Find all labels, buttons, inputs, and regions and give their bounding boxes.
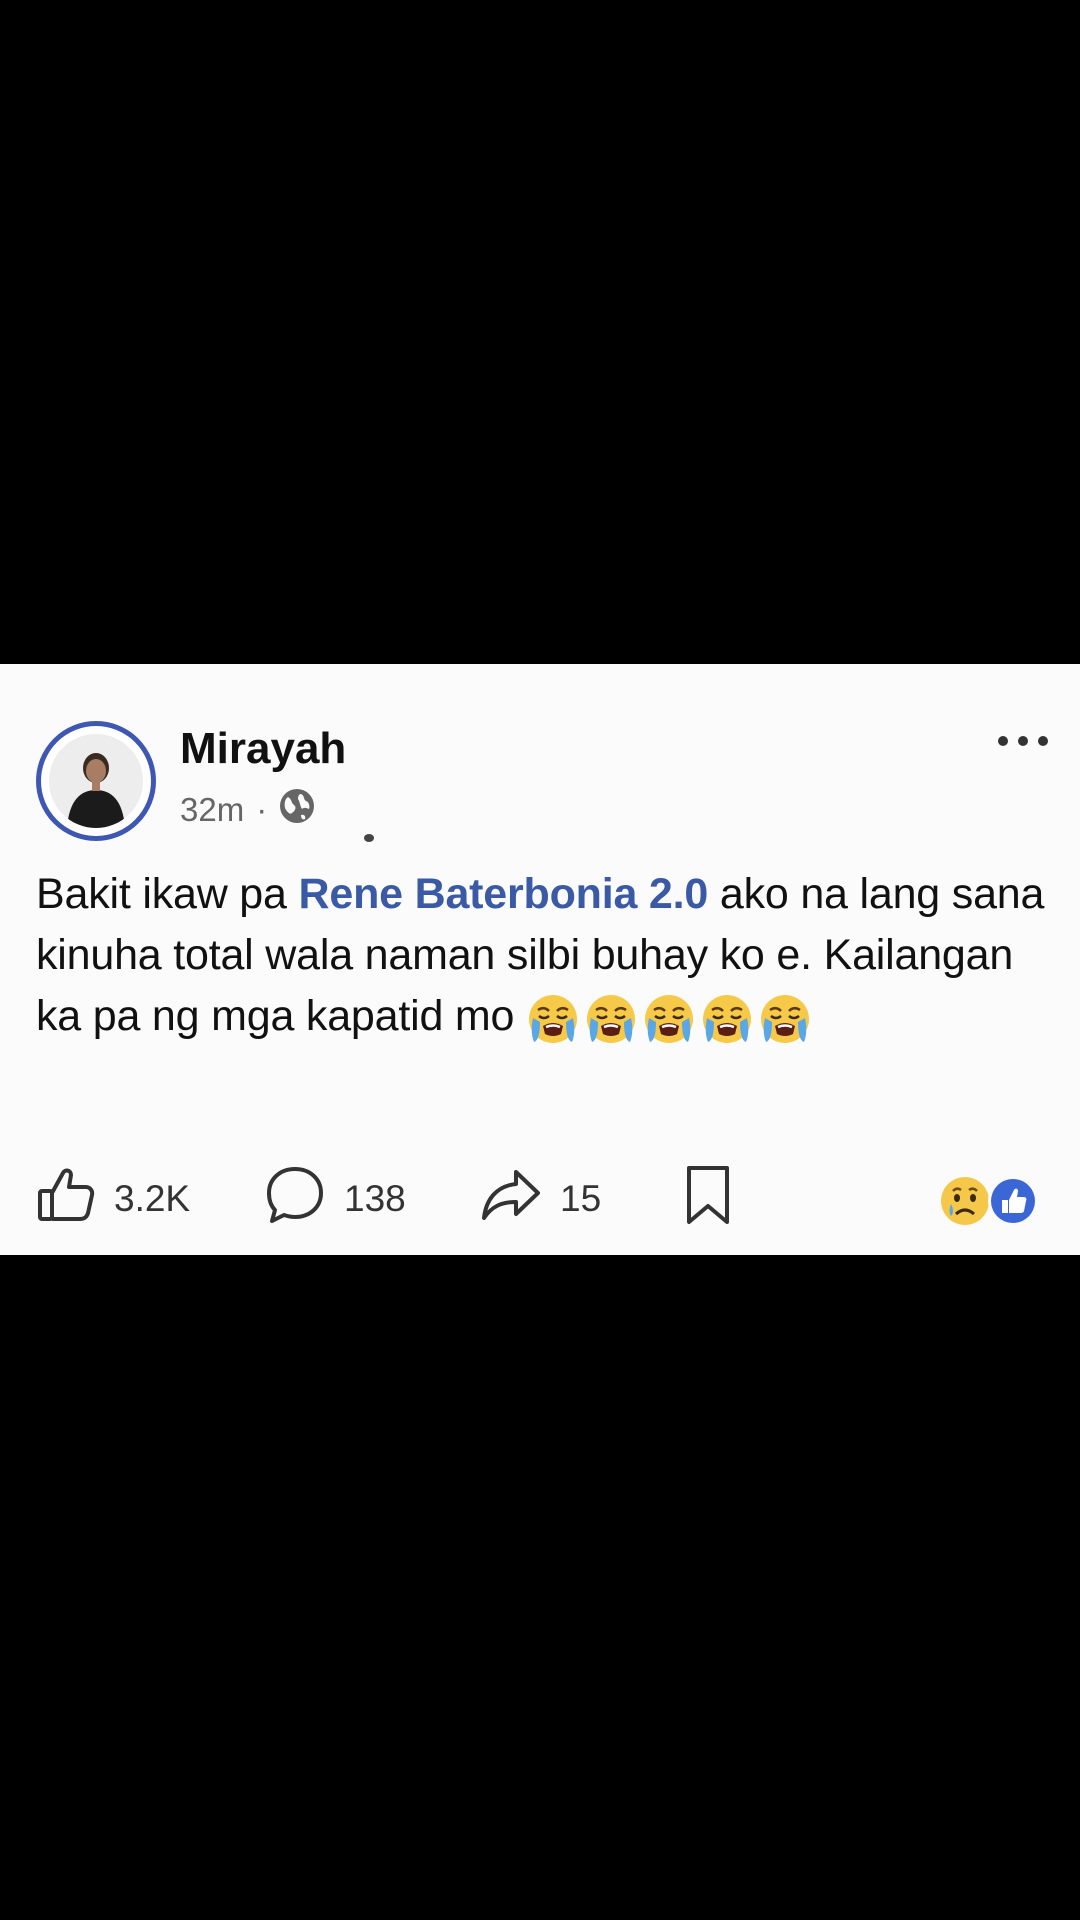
profile-photo (49, 734, 143, 828)
like-count: 3.2K (114, 1178, 191, 1219)
save-button[interactable] (684, 1164, 732, 1234)
more-options-button[interactable] (998, 736, 1048, 746)
like-icon (988, 1176, 1038, 1226)
like-button[interactable]: 3.2K (36, 1164, 190, 1234)
emoji-row (526, 992, 812, 1046)
loudly-crying-face-emoji (584, 992, 638, 1046)
loudly-crying-face-emoji (642, 992, 696, 1046)
more-dot (1038, 736, 1048, 746)
more-dot (1018, 736, 1028, 746)
meta-separator: · (256, 791, 268, 828)
share-icon (480, 1164, 542, 1235)
share-button[interactable]: 15 (480, 1164, 601, 1234)
post-time[interactable]: 32m (180, 791, 244, 829)
author-name[interactable]: Mirayah (180, 724, 346, 774)
action-bar: 3.2K 138 15 (0, 1164, 1080, 1234)
post-text-start: Bakit ikaw pa (36, 870, 299, 918)
loudly-crying-face-emoji (526, 992, 580, 1046)
more-dot (998, 736, 1008, 746)
post-text: Bakit ikaw pa Rene Baterbonia 2.0 ako na… (36, 864, 1046, 1047)
stray-mark (364, 834, 374, 842)
comment-count: 138 (344, 1178, 406, 1219)
loudly-crying-face-emoji (700, 992, 754, 1046)
share-count: 15 (560, 1178, 602, 1219)
avatar[interactable] (36, 721, 156, 841)
loudly-crying-face-emoji (758, 992, 812, 1046)
mention-link[interactable]: Rene Baterbonia 2.0 (299, 870, 709, 918)
post-meta: 32m · (180, 788, 315, 832)
bookmark-icon (684, 1164, 732, 1235)
thumbs-up-icon (36, 1165, 96, 1234)
reaction-summary[interactable] (940, 1174, 1040, 1228)
comment-icon (264, 1164, 326, 1235)
globe-icon (279, 788, 315, 832)
post-card: Mirayah 32m · Bakit ikaw pa Rene Baterbo… (0, 664, 1080, 1255)
comment-button[interactable]: 138 (264, 1164, 406, 1234)
sad-face-icon (941, 1177, 989, 1225)
